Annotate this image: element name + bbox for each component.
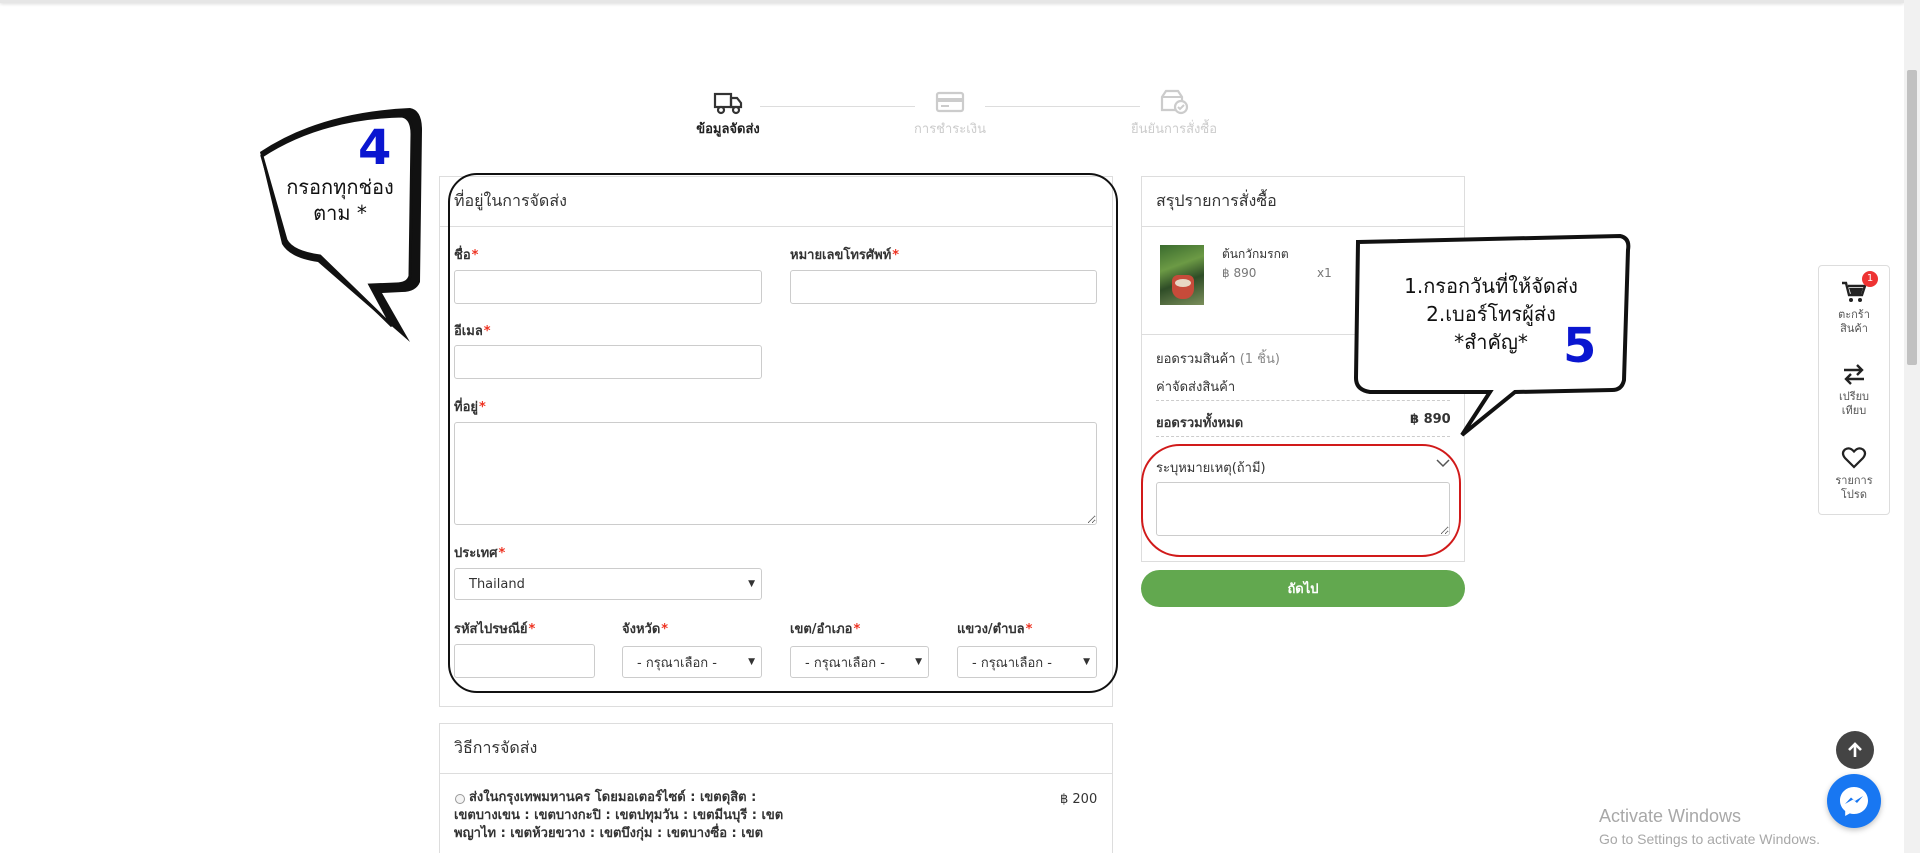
arrow-up-icon (1848, 742, 1862, 757)
wishlist-label: รายการ (1835, 474, 1873, 487)
cart-label: สินค้า (1840, 322, 1868, 335)
compare-label: เทียบ (1841, 404, 1867, 417)
compare-button[interactable]: เปรียบ เทียบ (1819, 362, 1889, 418)
annotation-line: 1.กรอกวันที่ให้จัดส่ง (1404, 274, 1578, 298)
windows-activation-subtitle: Go to Settings to activate Windows. (1599, 831, 1820, 847)
annotation-left-text: กรอกทุกช่อง ตาม * (270, 174, 410, 226)
cart-badge: 1 (1862, 271, 1878, 287)
floating-sidebar: ตะกร้า สินค้า 1 เปรียบ เทียบ รายการ โปรด (1818, 265, 1890, 515)
heart-icon (1841, 447, 1867, 469)
scroll-top-button[interactable] (1836, 731, 1874, 769)
compare-arrows-icon (1844, 364, 1864, 385)
page-scrollbar[interactable] (1904, 0, 1920, 853)
windows-activation-title: Activate Windows (1599, 806, 1742, 826)
cart-label: ตะกร้า (1838, 308, 1870, 321)
annotation-line: กรอกทุกช่อง (286, 175, 394, 199)
annotation-overlay (260, 108, 1631, 693)
annotation-line: ตาม * (313, 201, 367, 225)
scrollbar-thumb[interactable] (1907, 70, 1917, 365)
compare-label: เปรียบ (1838, 390, 1870, 403)
messenger-button[interactable] (1827, 774, 1881, 828)
annotation-number-4: 4 (358, 120, 392, 176)
annotation-number-5: 5 (1563, 318, 1597, 374)
cart-button[interactable]: ตะกร้า สินค้า (1819, 280, 1889, 336)
messenger-icon (1840, 787, 1868, 816)
wishlist-button[interactable]: รายการ โปรด (1819, 446, 1889, 502)
wishlist-label: โปรด (1841, 488, 1867, 501)
